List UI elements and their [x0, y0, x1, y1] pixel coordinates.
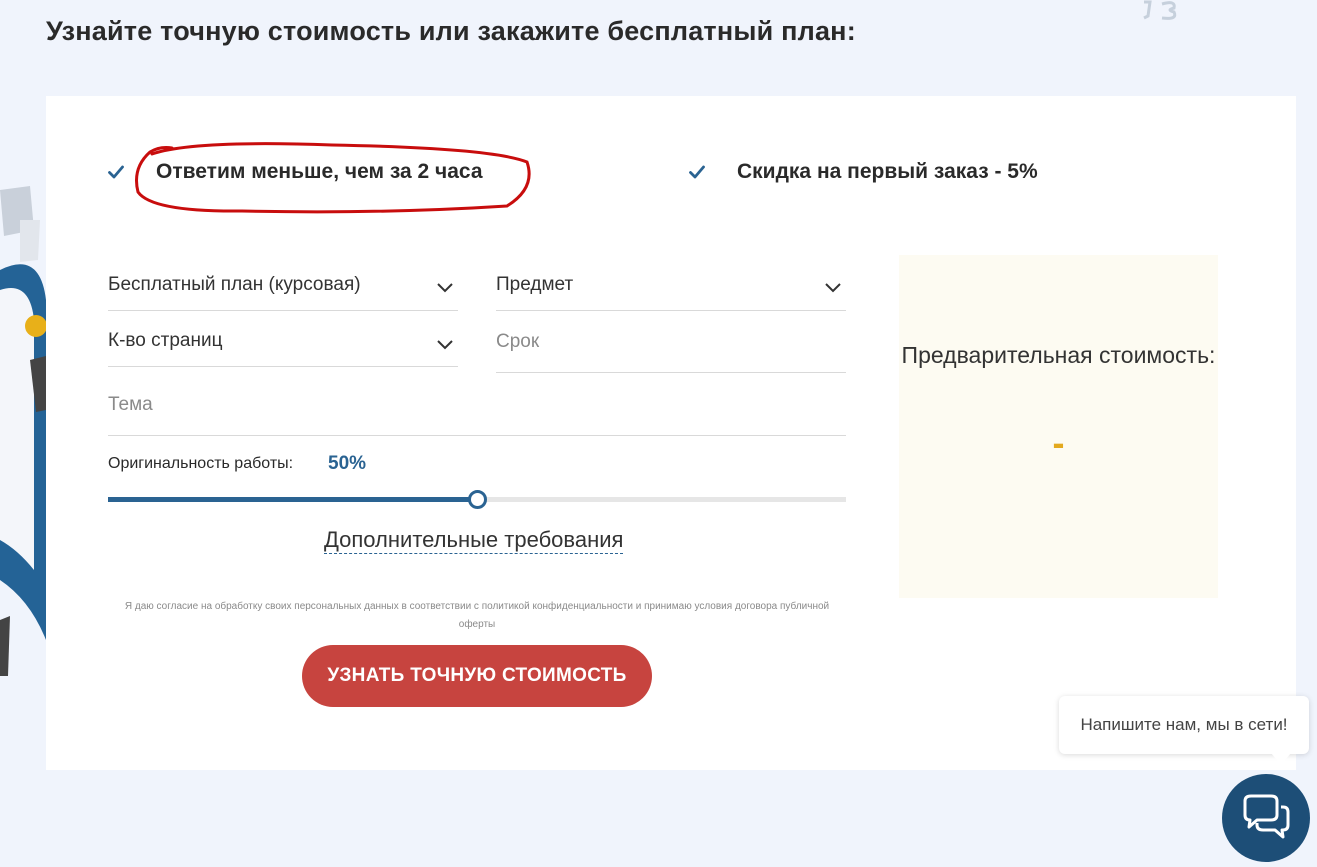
pages-value: К-во страниц — [108, 330, 223, 351]
work-type-value: Бесплатный план (курсовая) — [108, 274, 361, 295]
price-value: - — [1052, 422, 1065, 463]
pages-select[interactable]: К-во страниц — [108, 318, 458, 367]
originality-value: 50% — [328, 453, 367, 474]
originality-slider[interactable] — [108, 490, 846, 509]
chat-bubble-tail — [1271, 753, 1291, 765]
chat-button[interactable] — [1222, 774, 1310, 862]
subject-select[interactable]: Предмет — [496, 262, 846, 311]
highlight-annotation — [135, 142, 531, 214]
chat-icon — [1243, 794, 1290, 839]
slider-fill — [108, 497, 477, 502]
chevron-down-icon — [825, 283, 841, 293]
checkmark-icon — [689, 165, 705, 179]
price-panel: Предварительная стоимость: - — [899, 255, 1218, 598]
subject-value: Предмет — [496, 274, 574, 295]
feature-discount: Скидка на первый заказ - 5% — [689, 160, 1038, 184]
originality-label: Оригинальность работы: — [108, 455, 294, 472]
work-type-select[interactable]: Бесплатный план (курсовая) — [108, 262, 458, 311]
checkmark-icon — [108, 165, 124, 179]
consent-text: Я даю согласие на обработку своих персон… — [124, 601, 830, 630]
deadline-input[interactable]: Срок — [496, 318, 846, 373]
extra-requirements-link[interactable]: Дополнительные требования — [324, 527, 624, 554]
feature-text: Скидка на первый заказ - 5% — [737, 160, 1038, 183]
chevron-down-icon — [437, 340, 453, 350]
price-label: Предварительная стоимость: — [901, 342, 1216, 368]
slider-handle[interactable] — [468, 490, 487, 509]
get-price-button[interactable]: УЗНАТЬ ТОЧНУЮ СТОИМОСТЬ — [302, 645, 652, 707]
decorative-numbers — [1143, 0, 1177, 20]
deadline-placeholder: Срок — [496, 331, 540, 352]
page-title: Узнайте точную стоимость или закажите бе… — [46, 16, 856, 46]
decorative-illustration — [0, 186, 47, 676]
chat-bubble[interactable]: Напишите нам, мы в сети! — [1059, 696, 1309, 754]
chevron-down-icon — [437, 283, 453, 293]
topic-input[interactable]: Тема — [108, 380, 846, 436]
topic-placeholder: Тема — [108, 394, 153, 415]
